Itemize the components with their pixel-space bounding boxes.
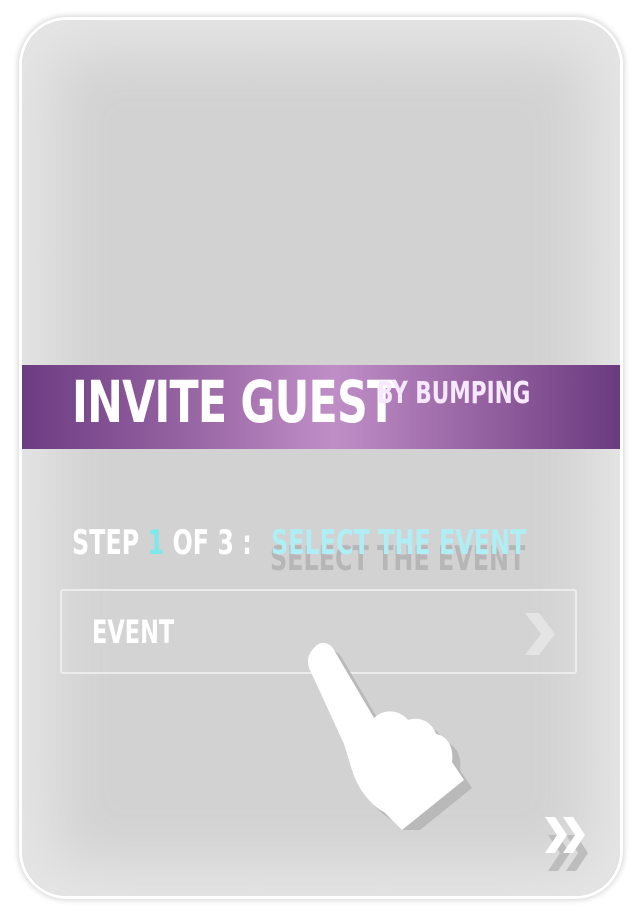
pointing-hand-icon <box>307 642 472 830</box>
step-prefix: STEP <box>72 523 140 563</box>
banner-subtitle: BY BUMPING <box>377 376 531 411</box>
step-instruction: SELECT THE EVENT <box>271 523 527 563</box>
banner-title: INVITE GUEST <box>72 368 396 436</box>
step-of-total: OF 3 : <box>172 523 252 563</box>
chevron-right-icon <box>525 613 555 655</box>
step-current-number: 1 <box>147 523 165 563</box>
event-field-label: EVENT <box>92 613 175 651</box>
double-chevron-right-icon[interactable] <box>543 817 595 873</box>
title-banner: INVITE GUEST BY BUMPING <box>22 365 620 449</box>
tutorial-card: INVITE GUEST BY BUMPING SELECT THE EVENT… <box>19 17 623 899</box>
step-indicator: STEP 1 OF 3 : SELECT THE EVENT <box>72 526 526 566</box>
